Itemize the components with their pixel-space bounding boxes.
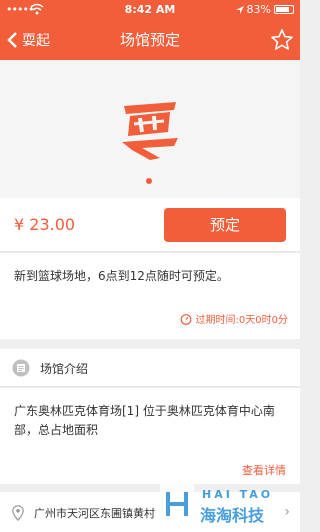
book-button[interactable]: 预定 — [164, 208, 286, 242]
haitao-watermark: HAI TAO 海淘科技 — [160, 476, 300, 532]
document-list-icon — [12, 359, 30, 377]
expire-time-text: 过期时间:0天0时0分 — [195, 315, 288, 326]
app-logo-icon — [122, 102, 178, 160]
haitao-logo-icon — [160, 484, 194, 524]
venue-intro-body: 广东奥林匹克体育场[1] 位于奥林匹克体育中心南部，总占地面积 查看详情 — [0, 388, 300, 484]
watermark-text-en: HAI TAO — [202, 488, 274, 501]
navigation-bar: 耍起 场馆预定 — [0, 20, 300, 60]
location-pin-icon — [12, 505, 24, 521]
timer-icon — [180, 313, 191, 325]
battery-percent: 83% — [246, 3, 271, 16]
venue-intro-header: 场馆介绍 — [0, 349, 300, 387]
watermark-text-cn: 海淘科技 — [200, 506, 265, 525]
notice-text: 新到篮球场地，6点到12点随时可预定。 — [14, 269, 229, 283]
carousel-indicator-dot — [146, 178, 152, 184]
price-bar: ¥ 23.00 预定 — [0, 198, 300, 252]
notice-panel: 新到篮球场地，6点到12点随时可预定。 过期时间:0天0时0分 — [0, 253, 300, 339]
price-label: ¥ 23.00 — [14, 215, 76, 234]
favorite-star-icon[interactable] — [270, 28, 294, 52]
expire-time: 过期时间:0天0时0分 — [180, 311, 288, 326]
section-title: 场馆介绍 — [40, 362, 89, 376]
status-bar: ••••• 8:42 AM 83% — [0, 0, 300, 20]
page-title: 场馆预定 — [119, 31, 180, 49]
battery-icon — [274, 5, 294, 14]
location-arrow-icon — [235, 5, 244, 14]
venue-description: 广东奥林匹克体育场[1] 位于奥林匹克体育中心南部，总占地面积 — [14, 404, 275, 437]
venue-image-carousel[interactable] — [0, 60, 300, 198]
address-text: 广州市天河区东圃镇黄村 — [34, 507, 155, 520]
